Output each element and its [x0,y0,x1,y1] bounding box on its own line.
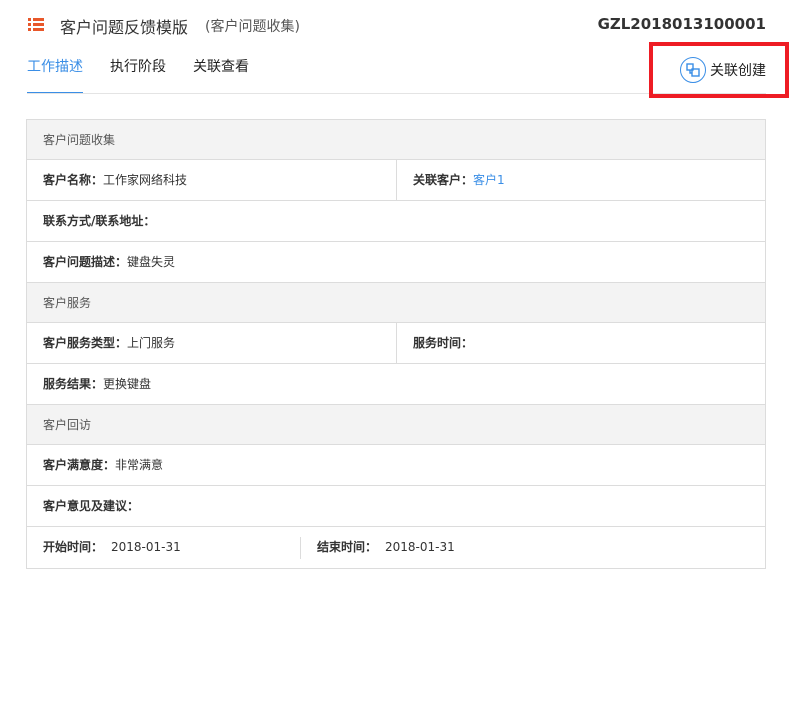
field-label: 客户问题描述： [43,255,128,269]
problem-description-field: 客户问题描述：键盘失灵 [27,242,765,282]
field-value: 工作家网络科技 [103,173,188,187]
page-title: 客户问题反馈模版 [60,18,189,37]
list-icon [28,17,44,32]
start-time-field: 开始时间： 2018-01-31 [27,527,301,567]
field-label: 客户服务类型： [43,336,128,350]
link-create-label: 关联创建 [710,63,766,79]
form-row: 客户问题描述：键盘失灵 [27,242,765,283]
link-create-icon [680,57,706,83]
service-type-field: 客户服务类型：上门服务 [27,323,396,363]
end-time-field: 结束时间： 2018-01-31 [301,527,455,567]
page-header: 客户问题反馈模版 (客户问题收集) GZL2018013100001 [0,0,797,50]
service-result-field: 服务结果：更换键盘 [27,364,765,404]
tab-execution-stage[interactable]: 执行阶段 [110,56,166,94]
satisfaction-field: 客户满意度：非常满意 [27,445,765,485]
section-header: 客户问题收集 [27,120,765,160]
feedback-field: 客户意见及建议： [27,486,765,526]
field-value: 更换键盘 [103,377,152,391]
field-label: 服务时间： [413,336,474,350]
customer-name-field: 客户名称：工作家网络科技 [27,160,396,200]
date-row: 开始时间： 2018-01-31 结束时间： 2018-01-31 [27,527,765,568]
linked-customer-link[interactable]: 客户1 [473,173,505,187]
link-create-button[interactable]: 关联创建 [680,56,766,84]
field-value: 非常满意 [115,458,164,472]
page-subtitle: (客户问题收集) [205,19,300,35]
field-label: 开始时间： [43,540,104,554]
form-row: 联系方式/联系地址： [27,201,765,242]
field-label: 客户名称： [43,173,104,187]
section-header: 客户服务 [27,283,765,323]
form-row: 客户意见及建议： [27,486,765,527]
tab-linked-view[interactable]: 关联查看 [193,56,249,94]
section-header: 客户回访 [27,405,765,445]
field-label: 服务结果： [43,377,104,391]
field-value: 键盘失灵 [127,255,176,269]
field-label: 客户满意度： [43,458,116,472]
linked-customer-field: 关联客户：客户1 [396,160,765,200]
start-time-value: 2018-01-31 [111,540,181,554]
field-label: 结束时间： [317,540,378,554]
contact-field: 联系方式/联系地址： [27,201,765,241]
tab-work-description[interactable]: 工作描述 [27,56,83,94]
form-row: 服务结果：更换键盘 [27,364,765,405]
form-panel: 客户问题收集 客户名称：工作家网络科技 关联客户：客户1 联系方式/联系地址： … [26,119,766,569]
form-row: 客户名称：工作家网络科技 关联客户：客户1 [27,160,765,201]
form-row: 客户服务类型：上门服务 服务时间： [27,323,765,364]
tabs-divider [27,93,766,94]
field-label: 关联客户： [413,173,474,187]
field-label: 联系方式/联系地址： [43,214,156,228]
document-number: GZL2018013100001 [597,15,766,33]
field-value: 上门服务 [127,336,176,350]
end-time-value: 2018-01-31 [385,540,455,554]
form-row: 客户满意度：非常满意 [27,445,765,486]
field-label: 客户意见及建议： [43,499,140,513]
service-time-field: 服务时间： [396,323,765,363]
